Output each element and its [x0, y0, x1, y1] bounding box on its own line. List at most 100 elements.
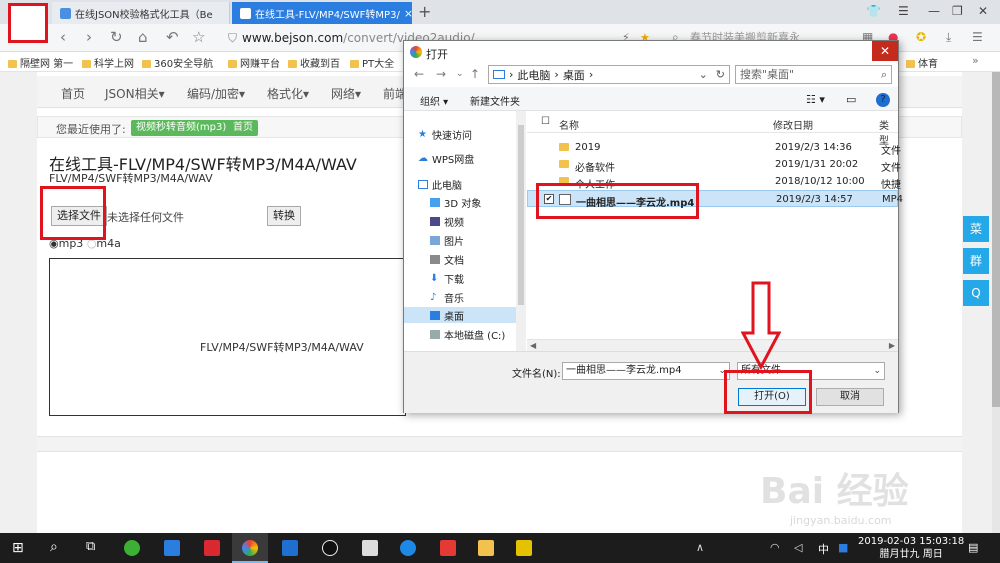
bookmark-item[interactable]: 收藏到百	[288, 55, 340, 70]
nav-downloads[interactable]: ⬇ 下载	[430, 271, 464, 287]
filename-input[interactable]: 一曲相思——李云龙.mp4 ⌄	[562, 362, 730, 380]
notes-icon[interactable]	[516, 540, 532, 556]
nav-scrollbar[interactable]	[516, 111, 526, 351]
nav-desktop[interactable]: 桌面	[404, 307, 516, 323]
back-icon[interactable]: ‹	[60, 28, 66, 46]
nav-documents[interactable]: 文档	[430, 252, 464, 267]
convert-button[interactable]: 转换	[267, 206, 301, 226]
store-icon[interactable]	[282, 540, 298, 556]
home-icon[interactable]: ⌂	[138, 28, 148, 46]
forward-arrow-icon[interactable]: →	[436, 67, 446, 81]
dialog-search-input[interactable]: 搜索"桌面" ⌕	[735, 65, 892, 84]
page-scrollbar[interactable]	[992, 72, 1000, 533]
ie-icon[interactable]	[400, 540, 416, 556]
bookmarks-overflow-icon[interactable]: »	[972, 54, 979, 67]
select-all-checkbox[interactable]: ☐	[541, 116, 550, 127]
browser-icon[interactable]	[242, 540, 258, 556]
file-row[interactable]: 2019 2019/2/3 14:36 文件	[527, 139, 901, 157]
notification-icon[interactable]: ▤	[968, 541, 978, 554]
star-icon[interactable]: ☆	[192, 28, 205, 46]
nav-local-disk-c[interactable]: 本地磁盘 (C:)	[430, 327, 505, 342]
column-date[interactable]: 修改日期	[773, 117, 813, 132]
menu-network[interactable]: 网络▾	[331, 85, 361, 102]
bookmark-item[interactable]: 体育	[906, 55, 938, 70]
search-icon[interactable]: ⌕	[50, 539, 58, 555]
recent-tag[interactable]: 首页	[228, 120, 258, 136]
ime-indicator[interactable]: 中	[818, 541, 829, 557]
reload-icon[interactable]: ↻	[110, 28, 123, 46]
new-folder-button[interactable]: 新建文件夹	[470, 93, 520, 108]
undo-close-icon[interactable]: ↶	[166, 28, 179, 46]
column-name[interactable]: 名称	[559, 117, 579, 132]
bookmark-item[interactable]: PT大全	[350, 55, 394, 70]
scrollbar-thumb[interactable]	[992, 72, 1000, 407]
side-button-menu[interactable]: 菜	[963, 216, 989, 242]
bookmark-item[interactable]: 360安全导航	[142, 55, 213, 70]
scroll-left-icon[interactable]: ◀	[530, 341, 536, 350]
dialog-close-icon[interactable]: ✕	[872, 41, 898, 61]
menu-format[interactable]: 格式化▾	[267, 85, 309, 102]
wifi-icon[interactable]: ◠	[770, 541, 780, 554]
menu-icon[interactable]: ☰	[898, 4, 909, 18]
bookmark-item[interactable]: 隔壁网 第一	[8, 55, 73, 70]
nav-videos[interactable]: 视频	[430, 214, 464, 229]
recent-tag[interactable]: 视频秒转音频(mp3)	[131, 120, 232, 136]
file-row[interactable]: 必备软件 2019/1/31 20:02 文件	[527, 156, 901, 174]
refresh-icon[interactable]: ↻	[716, 68, 725, 81]
shirt-icon[interactable]: 👕	[866, 4, 881, 18]
horizontal-scrollbar[interactable]: ◀ ▶	[527, 339, 898, 351]
nav-scrollbar-thumb[interactable]	[518, 125, 524, 305]
tab-flv-tool[interactable]: 在线工具-FLV/MP4/SWF转MP3/ ×	[232, 2, 412, 24]
tray-app-icon[interactable]: ■	[838, 541, 848, 554]
more-icon[interactable]: ☰	[972, 30, 983, 44]
menu-home[interactable]: 首页	[61, 85, 85, 102]
fox-icon[interactable]	[362, 540, 378, 556]
acrobat-icon[interactable]	[440, 540, 456, 556]
bookmark-item[interactable]: 网赚平台	[228, 55, 280, 70]
bookmark-item[interactable]: 科学上网	[82, 55, 134, 70]
view-icon[interactable]: ☷ ▾	[806, 93, 825, 106]
minimize-icon[interactable]: —	[928, 4, 940, 18]
path-field[interactable]: › 此电脑 › 桌面 › ⌄ ↻	[488, 65, 730, 84]
path-dropdown-icon[interactable]: ⌄	[699, 68, 708, 81]
side-button-group[interactable]: 群	[963, 248, 989, 274]
path-segment[interactable]: 桌面	[563, 67, 585, 83]
help-icon[interactable]: ?	[876, 93, 890, 107]
path-segment[interactable]: 此电脑	[517, 67, 550, 83]
nav-music[interactable]: ♪ 音乐	[430, 290, 464, 306]
nav-this-pc[interactable]: 此电脑	[418, 177, 462, 192]
restore-icon[interactable]: ❐	[952, 4, 963, 18]
download-icon[interactable]: ⤓	[946, 30, 951, 45]
up-arrow-icon[interactable]: ↑	[470, 67, 480, 81]
menu-encoding[interactable]: 编码/加密▾	[187, 85, 245, 102]
tab-json-tool[interactable]: 在线JSON校验格式化工具（Be	[52, 2, 230, 24]
taskbar-clock[interactable]: 2019-02-03 15:03:18 腊月廿九 周日	[858, 535, 964, 561]
preview-pane-icon[interactable]: ▭	[846, 93, 856, 106]
folder-icon[interactable]	[478, 540, 494, 556]
side-button-qq[interactable]: Q	[963, 280, 989, 306]
qq-icon[interactable]	[322, 540, 338, 556]
app-grid-icon[interactable]	[164, 540, 180, 556]
forward-icon[interactable]: ›	[86, 28, 92, 46]
recent-dropdown-icon[interactable]: ⌄	[456, 69, 464, 79]
scroll-right-icon[interactable]: ▶	[889, 341, 895, 350]
menu-json[interactable]: JSON相关▾	[105, 85, 165, 102]
task-view-icon[interactable]: ⧉	[86, 539, 95, 554]
wechat-icon[interactable]	[124, 540, 140, 556]
nav-quick-access[interactable]: ★ 快速访问	[418, 127, 472, 143]
back-arrow-icon[interactable]: ←	[414, 67, 424, 81]
it-app-icon[interactable]	[204, 540, 220, 556]
filetype-dropdown-icon[interactable]: ⌄	[873, 363, 881, 379]
tray-chevron-icon[interactable]: ∧	[696, 541, 704, 554]
windows-start-icon[interactable]: ⊞	[12, 540, 24, 556]
new-tab-button[interactable]: +	[418, 2, 431, 21]
close-tab-icon[interactable]: ×	[404, 7, 412, 20]
nav-3d-objects[interactable]: 3D 对象	[430, 195, 481, 210]
nav-wps-drive[interactable]: ☁ WPS网盘	[418, 151, 474, 167]
volume-icon[interactable]: ◁	[794, 541, 802, 554]
game-icon[interactable]: ✪	[916, 30, 926, 44]
nav-pictures[interactable]: 图片	[430, 233, 464, 248]
close-window-icon[interactable]: ✕	[978, 4, 988, 18]
organize-button[interactable]: 组织 ▾	[420, 93, 448, 108]
cancel-button[interactable]: 取消	[816, 388, 884, 406]
